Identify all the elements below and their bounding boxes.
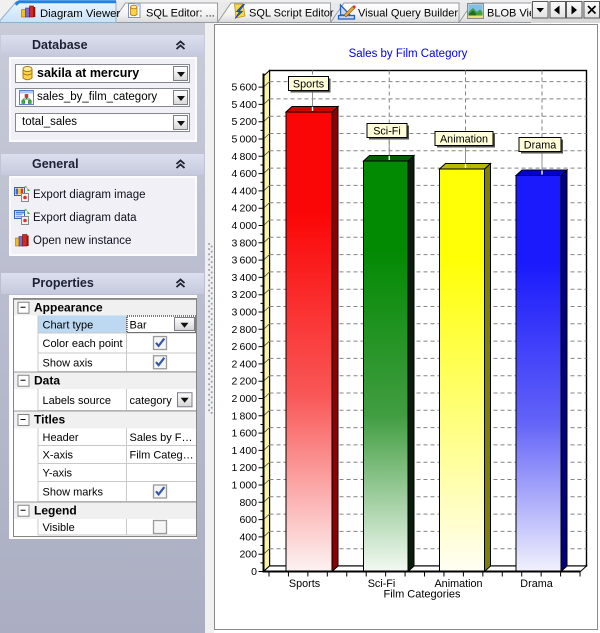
svg-text:4 600: 4 600 [232,168,258,180]
svg-text:2 200: 2 200 [232,376,258,388]
svg-text:1 800: 1 800 [232,410,258,422]
svg-text:5 600: 5 600 [232,82,258,94]
svg-text:5 400: 5 400 [232,99,258,111]
svg-text:2 000: 2 000 [232,393,258,405]
svg-text:400: 400 [239,531,257,543]
svg-text:2 400: 2 400 [232,358,258,370]
svg-text:1 000: 1 000 [232,480,258,492]
svg-text:2 800: 2 800 [232,324,258,336]
svg-text:Sports: Sports [293,79,325,91]
svg-text:3 600: 3 600 [232,255,258,267]
svg-text:3 200: 3 200 [232,289,258,301]
svg-text:5 000: 5 000 [232,134,258,146]
svg-text:2 600: 2 600 [232,341,258,353]
svg-text:Drama: Drama [524,140,556,152]
svg-text:Drama: Drama [520,578,552,590]
svg-text:4 800: 4 800 [232,151,258,163]
svg-text:0: 0 [251,566,257,578]
svg-text:3 400: 3 400 [232,272,258,284]
svg-text:Film Categories: Film Categories [383,589,461,601]
svg-text:Sci-Fi: Sci-Fi [373,126,401,138]
svg-text:3 800: 3 800 [232,237,258,249]
svg-text:600: 600 [239,514,257,526]
svg-text:5 200: 5 200 [232,116,258,128]
svg-text:4 000: 4 000 [232,220,258,232]
svg-text:Animation: Animation [440,134,488,146]
svg-text:4 200: 4 200 [232,203,258,215]
svg-text:200: 200 [239,549,257,561]
svg-text:1 200: 1 200 [232,462,258,474]
svg-text:3 000: 3 000 [232,307,258,319]
svg-text:Sales by Film Category: Sales by Film Category [349,48,468,60]
svg-text:1 600: 1 600 [232,428,258,440]
svg-text:1 400: 1 400 [232,445,258,457]
svg-text:Sports: Sports [289,578,321,590]
svg-text:4 400: 4 400 [232,185,258,197]
svg-text:800: 800 [239,497,257,509]
